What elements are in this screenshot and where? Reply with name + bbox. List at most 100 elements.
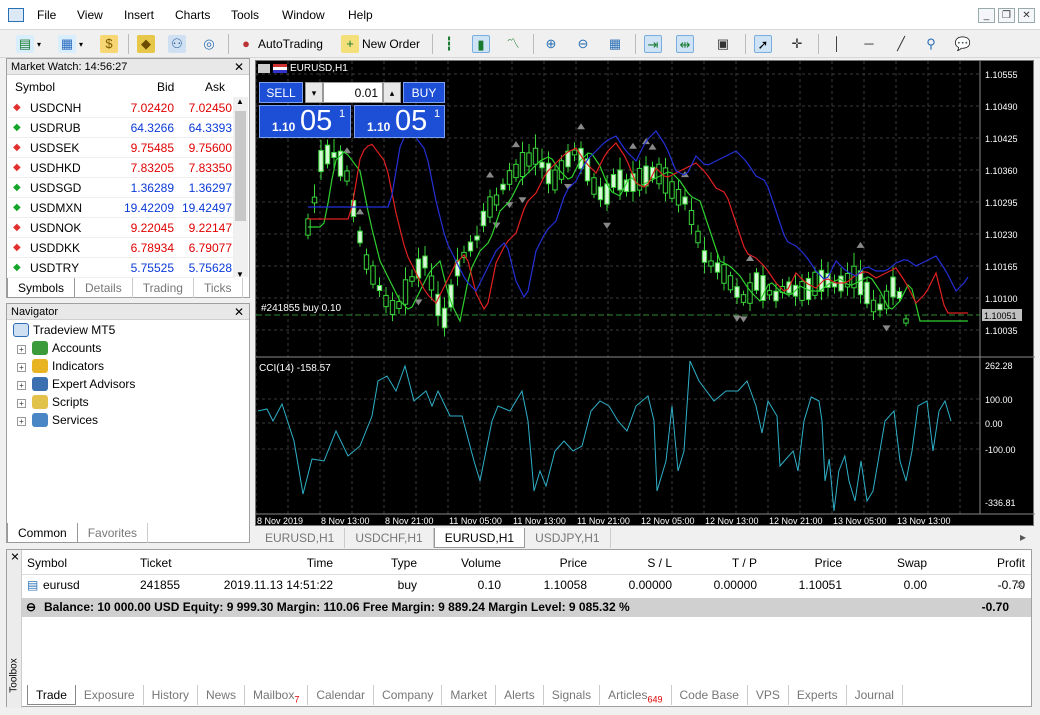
menu-charts[interactable]: Charts: [175, 8, 210, 22]
market-watch-row[interactable]: ◆ USDHKD 7.83205 7.83350: [8, 158, 235, 178]
menu-file[interactable]: File: [37, 8, 56, 22]
candlestick-button[interactable]: ▮: [472, 33, 490, 55]
new-order-button[interactable]: + New Order: [341, 33, 420, 55]
close-icon[interactable]: ✕: [1018, 8, 1035, 23]
buy-price-box[interactable]: 1.10 05 1: [354, 105, 445, 138]
market-watch-row[interactable]: ◆ USDTRY 5.75525 5.75628: [8, 258, 235, 278]
toolbox-tab-journal[interactable]: Journal: [847, 685, 903, 705]
trendline-button[interactable]: ╱: [892, 33, 910, 55]
volume-down-icon[interactable]: ▾: [305, 82, 323, 103]
volume-input[interactable]: 0.01: [323, 82, 383, 103]
toolbox-tab-market[interactable]: Market: [442, 685, 497, 705]
chart-shift-button[interactable]: ⇹: [676, 33, 694, 55]
nav-item-expert-advisors[interactable]: Expert Advisors: [32, 375, 135, 393]
next-tab-icon[interactable]: ▸: [1020, 530, 1026, 544]
chart-window[interactable]: 1.10555 1.10490 1.10425 1.10360 1.10295 1.102…: [255, 60, 1035, 526]
market-watch-row[interactable]: ◆ USDNOK 9.22045 9.22147: [8, 218, 235, 238]
chart-tab-usdchf[interactable]: USDCHF,H1: [345, 528, 434, 548]
crosshair-button[interactable]: ✛: [788, 33, 806, 55]
buy-button[interactable]: BUY: [403, 82, 445, 103]
signals-button[interactable]: ◎: [200, 33, 218, 55]
tab-details[interactable]: Details: [75, 278, 133, 298]
tab-favorites[interactable]: Favorites: [78, 523, 149, 543]
menu-help[interactable]: Help: [348, 8, 373, 22]
scroll-thumb[interactable]: [235, 111, 246, 221]
close-icon[interactable]: ✕: [234, 59, 244, 75]
nav-item-services[interactable]: Services: [32, 411, 98, 429]
zoom-in-button[interactable]: ⊕: [542, 33, 560, 55]
market-watch-row[interactable]: ◆ USDSEK 9.75485 9.75600: [8, 138, 235, 158]
market-watch-scrollbar[interactable]: ▲ ▼: [233, 97, 248, 279]
templates-button[interactable]: ▣: [714, 33, 732, 55]
toolbox-col-2[interactable]: Time: [307, 556, 333, 570]
toolbox-tab-articles[interactable]: Articles649: [600, 685, 672, 705]
auto-scroll-button[interactable]: ⇥: [644, 33, 662, 55]
sell-button[interactable]: SELL: [259, 82, 303, 103]
col-bid[interactable]: Bid: [157, 77, 174, 97]
navigator-button[interactable]: ⚇: [168, 33, 186, 55]
expand-icon[interactable]: +: [17, 399, 26, 408]
menu-view[interactable]: View: [77, 8, 103, 22]
toolbox-col-9[interactable]: Swap: [897, 556, 927, 570]
nav-item-scripts[interactable]: Scripts: [32, 393, 89, 411]
toolbox-tab-news[interactable]: News: [198, 685, 245, 705]
expand-icon[interactable]: +: [17, 363, 26, 372]
tile-windows-button[interactable]: ▦: [606, 33, 624, 55]
toolbox-tab-vps[interactable]: VPS: [748, 685, 789, 705]
autotrading-button[interactable]: ● AutoTrading: [237, 33, 323, 55]
horizontal-line-button[interactable]: ─: [860, 33, 878, 55]
market-watch-row[interactable]: ◆ USDCNH 7.02420 7.02450: [8, 98, 235, 118]
line-chart-button[interactable]: 〽: [504, 33, 522, 55]
toolbox-tab-alerts[interactable]: Alerts: [496, 685, 544, 705]
chart-tab-eurusd-active[interactable]: EURUSD,H1: [433, 528, 526, 548]
market-watch-row[interactable]: ◆ USDSGD 1.36289 1.36297: [8, 178, 235, 198]
toolbox-col-1[interactable]: Ticket: [140, 556, 172, 570]
nav-root[interactable]: Tradeview MT5: [13, 321, 115, 339]
market-watch-row[interactable]: ◆ USDMXN 19.42209 19.42497: [8, 198, 235, 218]
market-watch-toggle[interactable]: $: [100, 33, 118, 55]
market-watch-row[interactable]: ◆ USDRUB 64.3266 64.3393: [8, 118, 235, 138]
toolbox-tab-trade[interactable]: Trade: [27, 685, 76, 705]
toolbox-col-0[interactable]: Symbol: [27, 556, 67, 570]
expand-icon[interactable]: +: [17, 345, 26, 354]
new-chart-button[interactable]: ▤ ▾: [16, 33, 41, 55]
profiles-button[interactable]: ▦ ▾: [58, 33, 83, 55]
volume-up-icon[interactable]: ▴: [383, 82, 401, 103]
chart-tab-usdjpy[interactable]: USDJPY,H1: [525, 528, 611, 548]
market-watch-row[interactable]: ◆ USDDKK 6.78934 6.79077: [8, 238, 235, 258]
vertical-line-button[interactable]: │: [828, 33, 846, 55]
toolbox-col-10[interactable]: Profit: [997, 556, 1025, 570]
toolbox-tab-calendar[interactable]: Calendar: [308, 685, 375, 705]
toolbox-col-4[interactable]: Volume: [461, 556, 501, 570]
toolbox-tab-signals[interactable]: Signals: [544, 685, 601, 705]
toolbox-col-3[interactable]: Type: [391, 556, 417, 570]
nav-item-indicators[interactable]: Indicators: [32, 357, 104, 375]
toolbox-col-7[interactable]: T / P: [732, 556, 757, 570]
toolbox-tab-experts[interactable]: Experts: [789, 685, 847, 705]
toolbox-tab-company[interactable]: Company: [374, 685, 443, 705]
zoom-out-button[interactable]: ⊖: [574, 33, 592, 55]
cursor-button[interactable]: ➚: [754, 33, 772, 55]
expand-icon[interactable]: +: [17, 381, 26, 390]
tab-symbols[interactable]: Symbols: [7, 278, 76, 298]
restore-icon[interactable]: ❐: [998, 8, 1015, 23]
menu-insert[interactable]: Insert: [124, 8, 154, 22]
toolbox-tab-mailbox[interactable]: Mailbox7: [245, 685, 309, 705]
nav-item-accounts[interactable]: Accounts: [32, 339, 101, 357]
tab-common[interactable]: Common: [7, 523, 78, 543]
chat-button[interactable]: 💬: [954, 33, 972, 55]
toolbox-col-8[interactable]: Price: [815, 556, 842, 570]
bar-chart-button[interactable]: ┇: [440, 33, 458, 55]
toolbox-col-5[interactable]: Price: [560, 556, 587, 570]
minimize-icon[interactable]: _: [978, 8, 995, 23]
data-window-button[interactable]: ◆: [137, 33, 155, 55]
close-icon[interactable]: ✕: [234, 304, 244, 320]
expand-icon[interactable]: +: [17, 417, 26, 426]
toolbox-tab-code-base[interactable]: Code Base: [672, 685, 748, 705]
toolbox-tab-exposure[interactable]: Exposure: [76, 685, 144, 705]
toolbox-col-6[interactable]: S / L: [647, 556, 672, 570]
toolbox-tab-history[interactable]: History: [144, 685, 198, 705]
tab-trading[interactable]: Trading: [133, 278, 194, 298]
close-icon[interactable]: ✕: [9, 552, 22, 561]
toolbox-side-tab[interactable]: ✕ Toolbox: [7, 550, 22, 708]
